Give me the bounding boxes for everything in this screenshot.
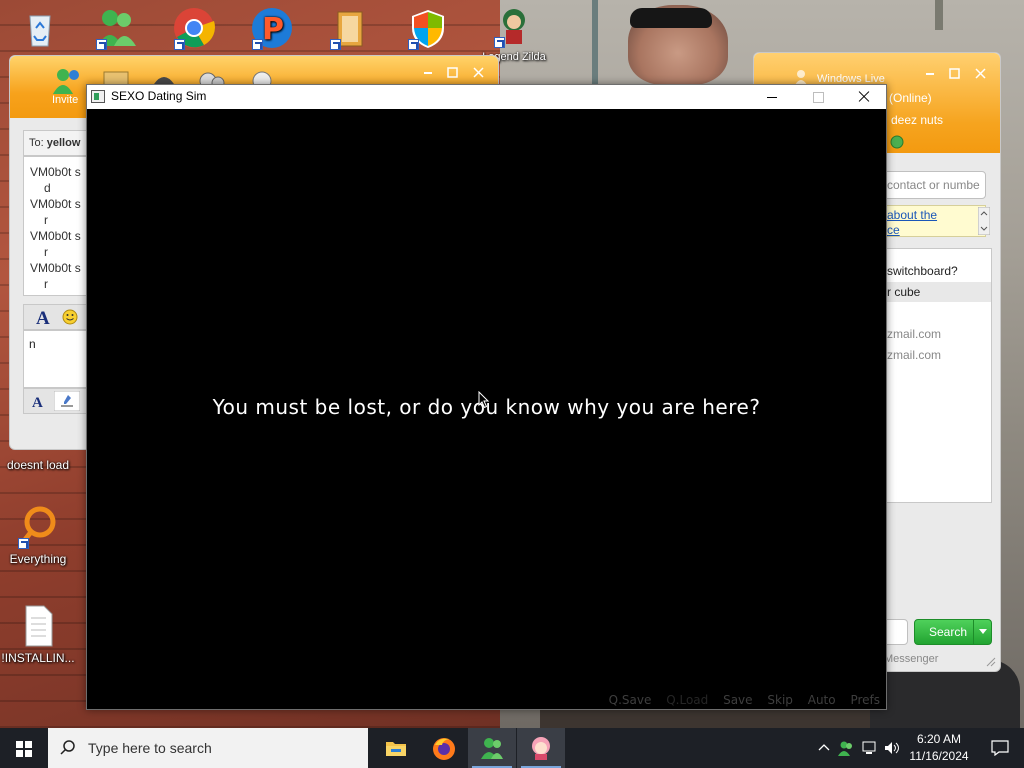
installing-file-desktop-icon[interactable]: !INSTALLIN...: [0, 604, 76, 665]
everything-label: Everything: [9, 552, 67, 566]
doesnt-load-desktop-icon[interactable]: doesnt load: [0, 455, 76, 472]
anime-girl-icon: [532, 737, 550, 760]
skip-button[interactable]: Skip: [767, 693, 793, 707]
taskbar-firefox[interactable]: [420, 728, 468, 768]
invite-label[interactable]: Invite: [52, 94, 78, 106]
minimize-button[interactable]: [749, 85, 795, 109]
prefs-button[interactable]: Prefs: [850, 693, 880, 707]
windows-logo-icon: [16, 741, 32, 757]
auto-button[interactable]: Auto: [808, 693, 836, 707]
svg-text:A: A: [36, 308, 50, 327]
message-input-text: n: [29, 337, 36, 351]
svg-text:A: A: [32, 395, 43, 409]
messenger-buddy-icon: [481, 738, 503, 759]
messenger-footer: Messenger: [884, 653, 939, 665]
list-item[interactable]: zmail.com: [879, 345, 991, 365]
ad-scroll-icon[interactable]: [978, 207, 990, 235]
quick-menu: Q.Save Q.Load Save Skip Auto Prefs: [598, 693, 880, 707]
maximize-button[interactable]: [795, 85, 841, 109]
status-text[interactable]: (Online): [889, 91, 932, 105]
chevron-up-icon[interactable]: [816, 740, 832, 756]
game-window[interactable]: SEXO Dating Sim You must be lost, or do …: [86, 84, 887, 710]
message-text: d: [44, 181, 51, 195]
search-button-label: Search: [929, 625, 968, 639]
ad-link[interactable]: about the ce: [887, 208, 937, 237]
handwriting-icon[interactable]: [54, 391, 80, 411]
mouse-cursor-icon: [478, 391, 490, 409]
list-item[interactable]: switchboard?: [879, 261, 991, 281]
resize-grip-icon[interactable]: [984, 655, 996, 667]
xbox-icon[interactable]: [890, 135, 904, 149]
quick-load-button[interactable]: Q.Load: [666, 693, 708, 707]
message-sender: VM0b0t s: [30, 261, 81, 275]
message-sender: VM0b0t s: [30, 197, 81, 211]
windows-security-desktop-icon[interactable]: [390, 6, 466, 50]
game-window-title: SEXO Dating Sim: [111, 89, 207, 103]
messenger-window-buttons[interactable]: [420, 66, 490, 80]
game-canvas[interactable]: You must be lost, or do you know why you…: [87, 109, 886, 709]
game-window-titlebar[interactable]: SEXO Dating Sim: [87, 85, 886, 109]
messenger-tray-icon[interactable]: [838, 740, 854, 756]
start-button[interactable]: [0, 728, 48, 768]
taskbar-search-placeholder: Type here to search: [88, 740, 212, 756]
text-mode-icon[interactable]: A: [30, 393, 46, 409]
close-button[interactable]: [841, 85, 887, 109]
installing-file-label: !INSTALLIN...: [1, 651, 75, 665]
game-app-icon: [91, 90, 105, 103]
taskbar-search-box[interactable]: Type here to search: [48, 728, 368, 768]
search-icon: [60, 740, 75, 755]
contacts-window-buttons[interactable]: [922, 67, 992, 81]
to-value: yellow: [46, 137, 81, 149]
svg-text:P: P: [262, 12, 284, 47]
list-item[interactable]: [879, 303, 991, 323]
message-text: r: [44, 245, 48, 259]
everything-desktop-icon[interactable]: Everything: [0, 505, 76, 566]
personal-message[interactable]: deez nuts: [891, 113, 943, 127]
taskbar-sexo-dating-sim[interactable]: [517, 728, 565, 768]
list-item[interactable]: zmail.com: [879, 324, 991, 344]
windows-live-messenger-desktop-icon[interactable]: [78, 6, 154, 50]
font-icon[interactable]: A: [34, 307, 54, 327]
message-text: r: [44, 277, 48, 291]
emoticon-icon[interactable]: [62, 309, 78, 325]
quick-save-button[interactable]: Q.Save: [609, 693, 652, 707]
invite-contact-icon[interactable]: [50, 66, 82, 96]
folder-icon: [386, 742, 406, 756]
notification-icon: [991, 740, 1009, 756]
message-sender: VM0b0t s: [30, 165, 81, 179]
message-text: r: [44, 213, 48, 227]
save-button[interactable]: Save: [723, 693, 752, 707]
doesnt-load-label: doesnt load: [6, 458, 70, 472]
contact-search-input[interactable]: contact or numbe: [878, 171, 986, 199]
pp-app-desktop-icon[interactable]: P: [234, 6, 310, 50]
contact-list[interactable]: switchboard? r cube zmail.com zmail.com: [878, 248, 992, 503]
clock-date: 11/16/2024: [909, 749, 969, 763]
ad-banner[interactable]: about the ce: [878, 205, 986, 237]
taskbar-clock[interactable]: 6:20 AM 11/16/2024: [905, 731, 973, 765]
to-label: To:: [29, 137, 44, 149]
action-center-button[interactable]: [978, 728, 1024, 768]
volume-icon[interactable]: [884, 740, 900, 756]
contact-search-placeholder: contact or numbe: [887, 178, 980, 192]
taskbar-file-explorer[interactable]: [372, 728, 420, 768]
search-button[interactable]: Search: [914, 619, 992, 645]
taskbar-windows-live-messenger[interactable]: [468, 728, 516, 768]
taskbar: Type here to search 6:20 AM 11/16/2024: [0, 728, 1024, 768]
clock-time: 6:20 AM: [916, 732, 962, 746]
firefox-icon: [433, 738, 455, 760]
network-icon[interactable]: [862, 740, 878, 756]
messenger-logo-icon: [795, 70, 807, 85]
chevron-down-icon[interactable]: [973, 620, 991, 644]
message-sender: VM0b0t s: [30, 229, 81, 243]
list-item[interactable]: r cube: [879, 282, 991, 302]
book-app-desktop-icon[interactable]: [312, 6, 388, 50]
recycle-bin-icon[interactable]: [2, 6, 78, 50]
google-chrome-desktop-icon[interactable]: [156, 6, 232, 50]
